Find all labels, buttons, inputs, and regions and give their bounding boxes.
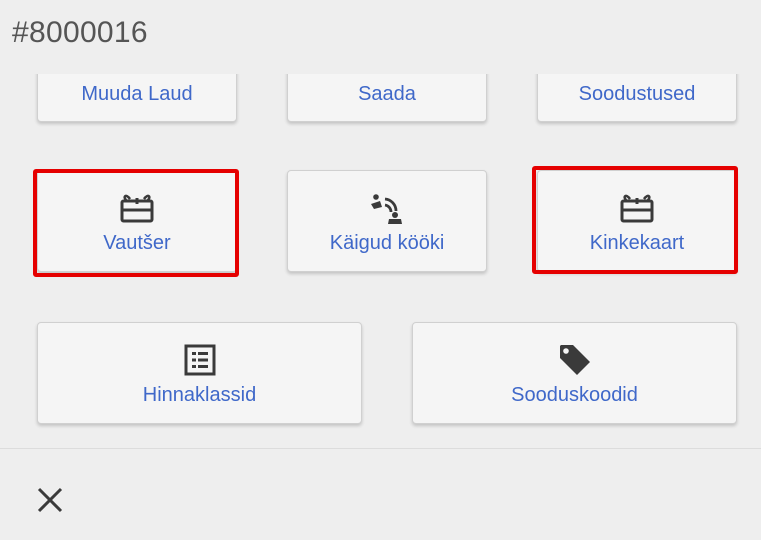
- soodustused-button[interactable]: Soodustused: [537, 74, 737, 122]
- gift-icon: [117, 188, 157, 228]
- sooduskoodid-label: Sooduskoodid: [511, 384, 638, 406]
- footer-divider: [0, 448, 761, 449]
- action-dialog: #8000016 Muuda Laud Saada Soodustused Va…: [0, 0, 761, 540]
- tag-icon: [555, 340, 595, 380]
- action-grid[interactable]: Muuda Laud Saada Soodustused Vautšer Käi…: [0, 74, 761, 450]
- courses-to-kitchen-icon: [367, 188, 407, 228]
- sooduskoodid-button[interactable]: Sooduskoodid: [412, 322, 737, 424]
- kinkekaart-label: Kinkekaart: [589, 232, 685, 254]
- hinnaklassid-button[interactable]: Hinnaklassid: [37, 322, 362, 424]
- price-list-icon: [180, 340, 220, 380]
- kinkekaart-button[interactable]: Kinkekaart: [537, 170, 737, 272]
- close-icon: [37, 487, 63, 513]
- muuda-laud-label: Muuda Laud: [81, 83, 193, 105]
- vautser-label: Vautšer: [103, 232, 171, 254]
- close-button[interactable]: [30, 480, 70, 520]
- kaigud-kooki-label: Käigud kööki: [329, 232, 445, 254]
- saada-label: Saada: [358, 83, 416, 105]
- hinnaklassid-label: Hinnaklassid: [142, 384, 257, 406]
- kaigud-kooki-button[interactable]: Käigud kööki: [287, 170, 487, 272]
- saada-button[interactable]: Saada: [287, 74, 487, 122]
- vautser-button[interactable]: Vautšer: [37, 170, 237, 272]
- gift-icon: [617, 188, 657, 228]
- soodustused-label: Soodustused: [578, 83, 696, 105]
- order-number-title: #8000016: [12, 16, 148, 49]
- muuda-laud-button[interactable]: Muuda Laud: [37, 74, 237, 122]
